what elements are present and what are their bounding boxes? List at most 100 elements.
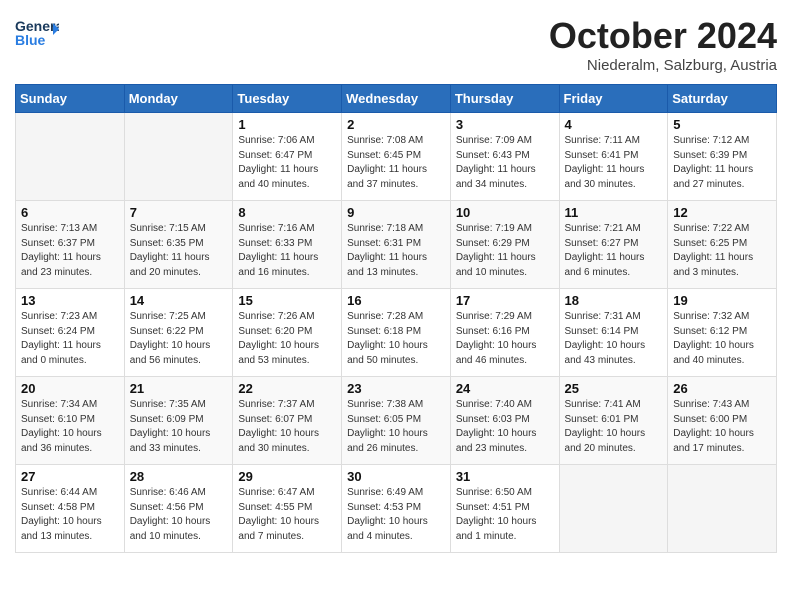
weekday-header-thursday: Thursday [450,85,559,113]
day-number: 23 [347,381,445,396]
day-detail: Sunrise: 7:11 AMSunset: 6:41 PMDaylight:… [565,134,663,192]
calendar-cell: 15 Sunrise: 7:26 AMSunset: 6:20 PMDayligh… [233,289,342,377]
calendar-cell: 8Sunrise: 7:16 AMSunset: 6:33 PMDaylight… [233,201,342,289]
day-detail: Sunrise: 7:29 AMSunset: 6:16 PMDaylight:… [456,310,554,368]
day-number: 27 [21,469,119,484]
day-number: 18 [565,293,663,308]
day-number: 12 [673,205,771,220]
calendar-cell [16,113,125,201]
day-detail: Sunrise: 7:19 AMSunset: 6:29 PMDaylight:… [456,222,554,280]
calendar-cell: 31 Sunrise: 6:50 AMSunset: 4:51 PMDayligh… [450,465,559,553]
day-number: 4 [565,117,663,132]
day-number: 5 [673,117,771,132]
day-detail: Sunrise: 7:32 AMSunset: 6:12 PMDaylight:… [673,310,771,368]
page-header: General Blue October 2024 Niederalm, Sal… [15,15,777,74]
calendar-cell: 13 Sunrise: 7:23 AMSunset: 6:24 PMDayligh… [16,289,125,377]
calendar-cell: 20 Sunrise: 7:34 AMSunset: 6:10 PMDayligh… [16,377,125,465]
day-detail: Sunrise: 7:13 AMSunset: 6:37 PMDaylight:… [21,222,119,280]
calendar-cell: 14 Sunrise: 7:25 AMSunset: 6:22 PMDayligh… [124,289,233,377]
calendar-cell: 27 Sunrise: 6:44 AMSunset: 4:58 PMDayligh… [16,465,125,553]
day-number: 3 [456,117,554,132]
day-detail: Sunrise: 6:46 AMSunset: 4:56 PMDaylight:… [130,486,228,544]
calendar-cell: 3 Sunrise: 7:09 AMSunset: 6:43 PMDaylight… [450,113,559,201]
weekday-header-sunday: Sunday [16,85,125,113]
calendar-cell: 9 Sunrise: 7:18 AMSunset: 6:31 PMDaylight… [342,201,451,289]
day-number: 15 [238,293,336,308]
day-detail: Sunrise: 7:25 AMSunset: 6:22 PMDaylight:… [130,310,228,368]
day-number: 7 [130,205,228,220]
day-number: 8 [238,205,336,220]
day-detail: Sunrise: 6:47 AMSunset: 4:55 PMDaylight:… [238,486,336,544]
calendar-cell [559,465,668,553]
calendar-body: 1 Sunrise: 7:06 AMSunset: 6:47 PMDaylight… [16,113,777,553]
day-number: 24 [456,381,554,396]
day-detail: Sunrise: 6:49 AMSunset: 4:53 PMDaylight:… [347,486,445,544]
day-detail: Sunrise: 7:41 AMSunset: 6:01 PMDaylight:… [565,398,663,456]
day-detail: Sunrise: 7:06 AMSunset: 6:47 PMDaylight:… [238,134,336,192]
day-detail: Sunrise: 7:34 AMSunset: 6:10 PMDaylight:… [21,398,119,456]
day-number: 31 [456,469,554,484]
calendar-cell: 21Sunrise: 7:35 AMSunset: 6:09 PMDayligh… [124,377,233,465]
calendar-cell: 16Sunrise: 7:28 AMSunset: 6:18 PMDayligh… [342,289,451,377]
day-detail: Sunrise: 6:50 AMSunset: 4:51 PMDaylight:… [456,486,554,544]
day-detail: Sunrise: 7:37 AMSunset: 6:07 PMDaylight:… [238,398,336,456]
calendar-cell: 2Sunrise: 7:08 AMSunset: 6:45 PMDaylight… [342,113,451,201]
calendar-cell: 30 Sunrise: 6:49 AMSunset: 4:53 PMDayligh… [342,465,451,553]
day-number: 1 [238,117,336,132]
calendar-cell: 7 Sunrise: 7:15 AMSunset: 6:35 PMDaylight… [124,201,233,289]
day-number: 29 [238,469,336,484]
day-detail: Sunrise: 7:09 AMSunset: 6:43 PMDaylight:… [456,134,554,192]
calendar-cell: 19Sunrise: 7:32 AMSunset: 6:12 PMDayligh… [668,289,777,377]
day-number: 13 [21,293,119,308]
calendar-week-row: 13 Sunrise: 7:23 AMSunset: 6:24 PMDayligh… [16,289,777,377]
svg-text:Blue: Blue [15,32,46,48]
day-detail: Sunrise: 7:18 AMSunset: 6:31 PMDaylight:… [347,222,445,280]
day-detail: Sunrise: 6:44 AMSunset: 4:58 PMDaylight:… [21,486,119,544]
day-detail: Sunrise: 7:40 AMSunset: 6:03 PMDaylight:… [456,398,554,456]
day-number: 22 [238,381,336,396]
calendar-cell: 5Sunrise: 7:12 AMSunset: 6:39 PMDaylight… [668,113,777,201]
day-number: 28 [130,469,228,484]
day-detail: Sunrise: 7:31 AMSunset: 6:14 PMDaylight:… [565,310,663,368]
calendar-cell [124,113,233,201]
day-number: 30 [347,469,445,484]
calendar-cell: 17 Sunrise: 7:29 AMSunset: 6:16 PMDayligh… [450,289,559,377]
day-number: 14 [130,293,228,308]
calendar-cell: 1 Sunrise: 7:06 AMSunset: 6:47 PMDaylight… [233,113,342,201]
day-detail: Sunrise: 7:35 AMSunset: 6:09 PMDaylight:… [130,398,228,456]
calendar-cell: 23 Sunrise: 7:38 AMSunset: 6:05 PMDayligh… [342,377,451,465]
day-number: 20 [21,381,119,396]
day-detail: Sunrise: 7:08 AMSunset: 6:45 PMDaylight:… [347,134,445,192]
day-detail: Sunrise: 7:26 AMSunset: 6:20 PMDaylight:… [238,310,336,368]
day-detail: Sunrise: 7:23 AMSunset: 6:24 PMDaylight:… [21,310,119,368]
calendar-cell: 11Sunrise: 7:21 AMSunset: 6:27 PMDayligh… [559,201,668,289]
calendar-week-row: 6 Sunrise: 7:13 AMSunset: 6:37 PMDaylight… [16,201,777,289]
calendar-cell: 18 Sunrise: 7:31 AMSunset: 6:14 PMDayligh… [559,289,668,377]
day-number: 9 [347,205,445,220]
calendar-cell: 10Sunrise: 7:19 AMSunset: 6:29 PMDayligh… [450,201,559,289]
weekday-header-saturday: Saturday [668,85,777,113]
calendar-cell: 26Sunrise: 7:43 AMSunset: 6:00 PMDayligh… [668,377,777,465]
calendar-week-row: 1 Sunrise: 7:06 AMSunset: 6:47 PMDaylight… [16,113,777,201]
calendar-cell: 6 Sunrise: 7:13 AMSunset: 6:37 PMDaylight… [16,201,125,289]
calendar-cell: 12 Sunrise: 7:22 AMSunset: 6:25 PMDayligh… [668,201,777,289]
calendar-header-row: SundayMondayTuesdayWednesdayThursdayFrid… [16,85,777,113]
day-detail: Sunrise: 7:38 AMSunset: 6:05 PMDaylight:… [347,398,445,456]
calendar-cell: 22 Sunrise: 7:37 AMSunset: 6:07 PMDayligh… [233,377,342,465]
calendar-cell: 24 Sunrise: 7:40 AMSunset: 6:03 PMDayligh… [450,377,559,465]
calendar-cell: 29 Sunrise: 6:47 AMSunset: 4:55 PMDayligh… [233,465,342,553]
day-detail: Sunrise: 7:15 AMSunset: 6:35 PMDaylight:… [130,222,228,280]
day-number: 17 [456,293,554,308]
weekday-header-wednesday: Wednesday [342,85,451,113]
calendar-week-row: 27 Sunrise: 6:44 AMSunset: 4:58 PMDayligh… [16,465,777,553]
title-block: October 2024 Niederalm, Salzburg, Austri… [549,15,777,74]
day-number: 11 [565,205,663,220]
weekday-header-tuesday: Tuesday [233,85,342,113]
calendar-cell: 25Sunrise: 7:41 AMSunset: 6:01 PMDayligh… [559,377,668,465]
day-number: 6 [21,205,119,220]
day-detail: Sunrise: 7:43 AMSunset: 6:00 PMDaylight:… [673,398,771,456]
weekday-header-monday: Monday [124,85,233,113]
month-title: October 2024 [549,15,777,57]
logo-icon: General Blue [15,15,59,49]
day-detail: Sunrise: 7:22 AMSunset: 6:25 PMDaylight:… [673,222,771,280]
